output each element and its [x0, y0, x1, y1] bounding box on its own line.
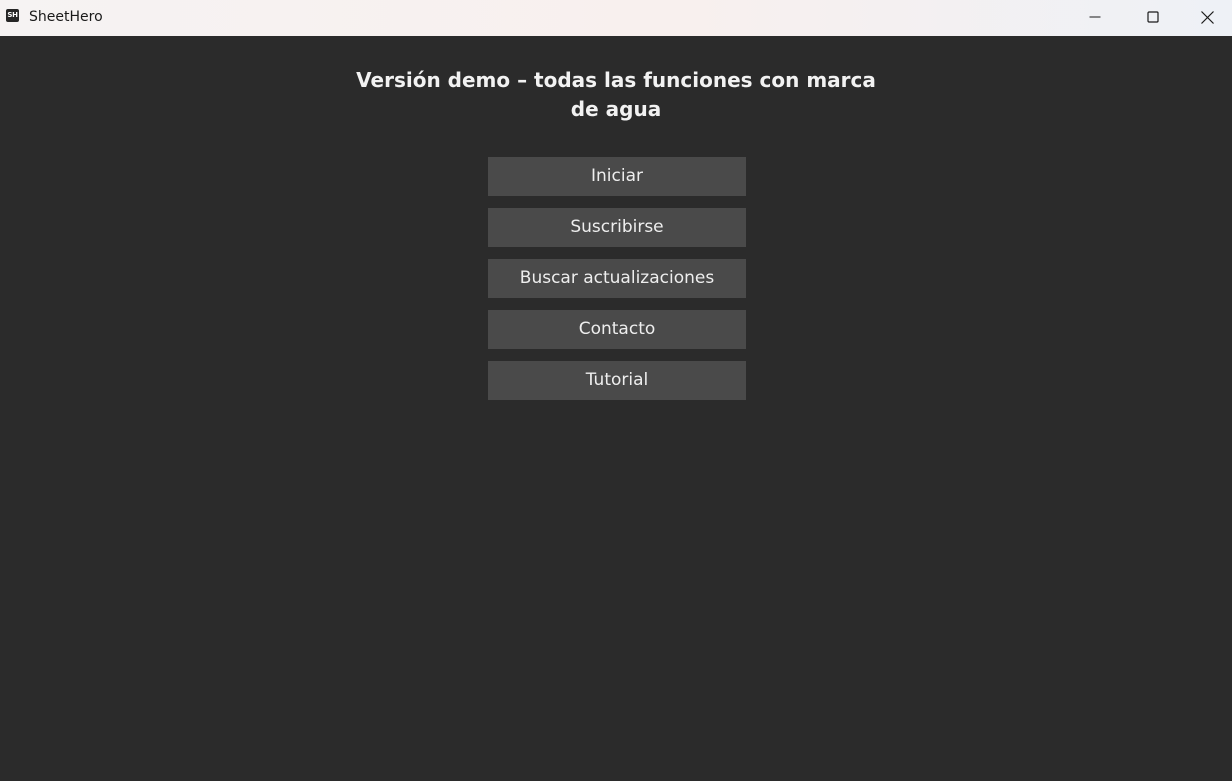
close-icon: [1200, 10, 1214, 24]
tutorial-button[interactable]: Tutorial: [488, 361, 746, 400]
window-title: SheetHero: [29, 9, 103, 25]
subscribe-button[interactable]: Suscribirse: [488, 208, 746, 247]
start-button[interactable]: Iniciar: [488, 157, 746, 196]
title-bar[interactable]: SH SheetHero: [0, 0, 1232, 36]
close-button[interactable]: [1182, 0, 1232, 34]
minimize-icon: [1089, 16, 1101, 18]
main-content: Versión demo – todas las funciones con m…: [0, 36, 1232, 781]
check-updates-button[interactable]: Buscar actualizaciones: [488, 259, 746, 298]
contact-button[interactable]: Contacto: [488, 310, 746, 349]
app-logo-icon: SH: [6, 9, 19, 22]
minimize-button[interactable]: [1066, 0, 1124, 34]
page-title: Versión demo – todas las funciones con m…: [356, 68, 876, 121]
maximize-icon: [1147, 11, 1159, 23]
main-menu: Iniciar Suscribirse Buscar actualizacion…: [488, 157, 746, 412]
maximize-button[interactable]: [1124, 0, 1182, 34]
app-window: SH SheetHero Versión demo – todas las fu…: [0, 0, 1232, 781]
